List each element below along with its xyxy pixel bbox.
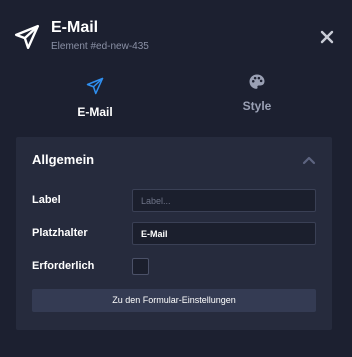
palette-icon — [249, 74, 265, 89]
tab-style[interactable]: Style — [169, 64, 345, 130]
paper-plane-icon — [86, 77, 104, 95]
section-title: Allgemein — [32, 152, 95, 167]
chevron-up-icon[interactable] — [302, 155, 316, 165]
tab-style-label: Style — [242, 99, 272, 113]
element-title: E-Mail — [51, 19, 99, 36]
label-field-label: Label — [32, 194, 61, 206]
required-field-label: Erforderlich — [32, 260, 95, 272]
tab-bar: E-Mail Style — [0, 64, 352, 130]
required-checkbox[interactable] — [132, 258, 149, 275]
placeholder-field-label: Platzhalter — [32, 227, 88, 239]
tab-email[interactable]: E-Mail — [7, 64, 183, 130]
tab-email-label: E-Mail — [77, 105, 113, 119]
paper-plane-icon — [14, 24, 40, 50]
form-settings-button[interactable]: Zu den Formular-Einstellungen — [32, 289, 316, 312]
element-id: Element #ed-new-435 — [51, 41, 149, 52]
placeholder-input[interactable] — [132, 222, 316, 245]
section-allgemein: Allgemein Label Platzhalter Erforderlich… — [16, 137, 332, 330]
label-input[interactable] — [132, 189, 316, 212]
panel-header: E-Mail Element #ed-new-435 — [0, 0, 352, 64]
close-icon[interactable] — [320, 30, 334, 44]
